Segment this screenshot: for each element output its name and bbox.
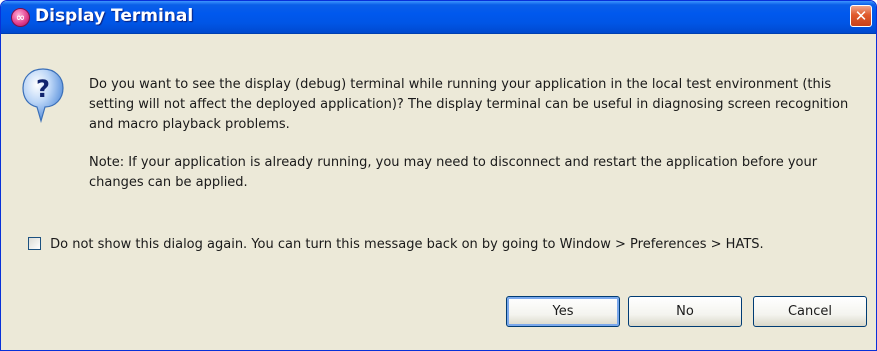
title-bar[interactable]: ∞ Display Terminal ✕ (1, 1, 876, 34)
message-note: Note: If your application is already run… (89, 155, 818, 190)
cancel-button[interactable]: Cancel (753, 296, 867, 327)
title-icon-glyph: ∞ (15, 11, 26, 24)
dont-show-again-label[interactable]: Do not show this dialog again. You can t… (50, 237, 764, 252)
dialog-title: Display Terminal (35, 6, 194, 26)
question-icon: ? (22, 68, 64, 124)
dont-show-again-checkbox[interactable] (28, 237, 41, 250)
close-button[interactable]: ✕ (850, 5, 872, 27)
no-button[interactable]: No (628, 296, 742, 327)
message-paragraph: Do you want to see the display (debug) t… (89, 77, 849, 132)
hats-app-icon: ∞ (11, 8, 30, 27)
dialog-message: Do you want to see the display (debug) t… (89, 75, 869, 193)
dont-show-again-row[interactable]: Do not show this dialog again. You can t… (28, 237, 764, 252)
svg-text:?: ? (36, 75, 50, 103)
yes-button[interactable]: Yes (506, 296, 620, 327)
dialog-window: ∞ Display Terminal ✕ ? Do you want to se… (0, 0, 877, 351)
close-icon[interactable]: ✕ (851, 6, 871, 26)
